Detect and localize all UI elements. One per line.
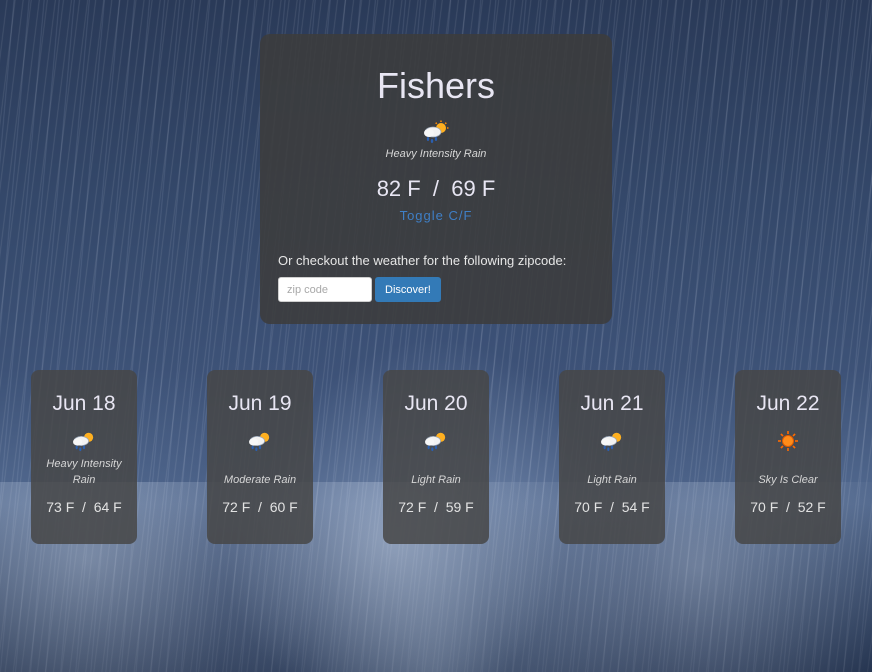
rain-sun-icon (31, 430, 137, 452)
forecast-date: Jun 22 (756, 392, 820, 415)
forecast-date: Jun 20 (404, 392, 468, 415)
city-name: Fishers (376, 65, 496, 106)
forecast-temperature: 72 F / 59 F (398, 499, 474, 515)
zip-code-input[interactable] (278, 277, 372, 302)
forecast-description: Light Rain (411, 474, 461, 486)
discover-button[interactable]: Discover! (375, 277, 441, 302)
sun-icon (735, 430, 841, 452)
forecast-temperature: 73 F / 64 F (46, 499, 122, 515)
forecast-card-1: Jun 19 Moderate Rain 72 F / 60 F (207, 370, 313, 544)
forecast-date: Jun 19 (228, 392, 292, 415)
forecast-card-0: Jun 18 Heavy Intensity Rain 73 F / 64 F (31, 370, 137, 544)
rain-sun-icon (383, 430, 489, 452)
current-description: Heavy Intensity Rain (385, 148, 487, 160)
forecast-date: Jun 21 (580, 392, 644, 415)
current-temperature: 82 F / 69 F (376, 176, 496, 201)
zip-form: Discover! (260, 277, 612, 302)
forecast-card-3: Jun 21 Light Rain 70 F / 54 F (559, 370, 665, 544)
rain-sun-icon (260, 120, 612, 144)
toggle-units-link[interactable]: Toggle C/F (260, 208, 612, 223)
forecast-temperature: 70 F / 54 F (574, 499, 650, 515)
forecast-description: Moderate Rain (223, 474, 297, 486)
forecast-card-2: Jun 20 Light Rain 72 F / 59 F (383, 370, 489, 544)
forecast-description: Light Rain (587, 474, 637, 486)
rain-sun-icon (559, 430, 665, 452)
forecast-temperature: 70 F / 52 F (750, 499, 826, 515)
forecast-date: Jun 18 (52, 392, 116, 415)
zip-prompt-label: Or checkout the weather for the followin… (278, 253, 567, 268)
forecast-card-4: Jun 22 Sky Is Clear 70 F / 52 F (735, 370, 841, 544)
forecast-description: Heavy Intensity Rain (46, 458, 122, 486)
current-weather-card: Fishers Heavy Intensity Rain 82 F / 69 F… (260, 34, 612, 324)
forecast-description: Sky Is Clear (758, 474, 818, 486)
rain-sun-icon (207, 430, 313, 452)
forecast-temperature: 72 F / 60 F (222, 499, 298, 515)
